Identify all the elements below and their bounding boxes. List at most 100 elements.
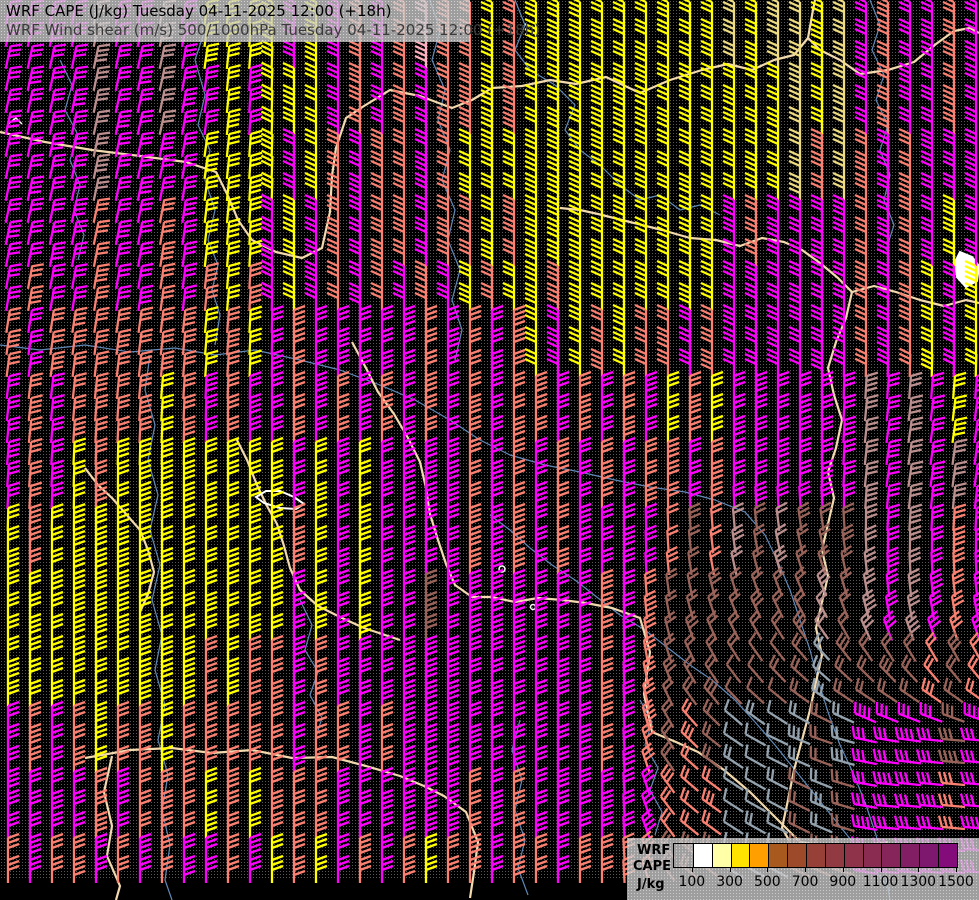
colorbar-tick-label: 100 <box>678 874 706 890</box>
wind-shear-barb <box>959 771 979 787</box>
small-lake <box>529 603 537 611</box>
colorbar-tick <box>767 867 769 872</box>
wind-shear-barb <box>660 719 675 750</box>
colorbar-cell <box>730 844 750 867</box>
wind-shear-barb <box>116 854 130 883</box>
wind-shear-barb <box>965 677 979 704</box>
title-box: WRF CAPE (J/kg) Tuesday 04-11-2025 12:00… <box>0 0 540 42</box>
wind-shear-barb <box>726 631 741 662</box>
wind-shear-barb <box>701 743 722 770</box>
wind-shear-barb <box>524 347 538 377</box>
wind-shear-barb <box>898 347 912 378</box>
colorbar-tick-label: 1100 <box>862 874 899 890</box>
wind-shear-barb <box>795 544 808 575</box>
wind-shear-barb <box>839 566 853 597</box>
wind-shear-barb <box>679 808 700 836</box>
colorbar-tick <box>691 867 693 872</box>
wind-shear-barb <box>556 854 570 883</box>
colorbar-tick <box>842 867 844 872</box>
wind-shear-barb <box>600 854 614 883</box>
country-border <box>851 284 979 308</box>
wind-shear-barb <box>967 654 979 684</box>
wind-shear-barb <box>702 698 721 727</box>
colorbar-tick-label: 300 <box>716 874 743 890</box>
colorbar-tick-label: 1300 <box>900 874 937 890</box>
legend-unit-label: J/kg <box>637 877 665 892</box>
wrf-cape-shear-map-screenshot: WRF CAPE (J/kg) Tuesday 04-11-2025 12:00… <box>0 0 979 900</box>
wind-shear-barb <box>685 588 699 619</box>
wind-shear-barb <box>704 653 720 684</box>
wind-shear-barb <box>270 854 284 883</box>
wind-shear-barb <box>942 347 956 378</box>
wind-shear-barb <box>832 677 854 704</box>
wind-shear-barb <box>722 347 736 377</box>
colorbar-cell <box>768 844 788 867</box>
wind-shear-barb <box>815 587 829 619</box>
wind-shear-barb <box>424 854 438 883</box>
wind-shear-barb <box>812 632 831 661</box>
wind-shear-barb <box>336 854 350 883</box>
wind-shear-barb <box>834 654 853 683</box>
wind-shear-barb <box>260 281 274 312</box>
wind-shear-barb <box>380 854 394 883</box>
legend-parameter-label: CAPE <box>633 859 672 874</box>
wind-shear-barb <box>414 281 428 311</box>
wind-shear-barb <box>774 523 788 554</box>
wind-shear-barb <box>730 545 743 575</box>
colorbar-cell <box>881 844 901 867</box>
wind-shear-barb <box>663 632 676 663</box>
colorbar-tick <box>880 867 882 872</box>
wind-shear-barb <box>959 749 979 765</box>
wind-shear-barb <box>707 566 722 597</box>
wind-shear-barb <box>725 653 742 684</box>
colorbar-cell <box>919 844 939 867</box>
colorbar-cell <box>806 844 825 867</box>
wind-shear-barb <box>832 347 846 378</box>
wind-shear-barb <box>766 347 780 377</box>
wind-shear-barb <box>326 281 340 311</box>
wind-shear-barb <box>793 587 807 619</box>
wind-shear-barb <box>768 654 787 683</box>
wind-shear-barb <box>686 567 700 598</box>
colorbar-tick <box>805 867 807 872</box>
wind-shear-barb <box>662 654 677 685</box>
wind-shear-barb <box>749 609 763 641</box>
wind-shear-barb <box>771 587 784 619</box>
wind-shear-barb <box>681 698 699 728</box>
wind-shear-barb <box>745 699 766 726</box>
wind-shear-barb <box>767 676 788 704</box>
wind-shear-barb <box>959 815 979 831</box>
wind-shear-barb <box>138 854 152 883</box>
wind-shear-barb <box>788 347 802 377</box>
colorbar-cell <box>787 844 807 867</box>
wind-shear-barb <box>811 654 832 683</box>
wind-shear-barb <box>28 854 42 883</box>
wind-shear-barb <box>304 281 318 311</box>
wind-shear-barb <box>974 371 979 400</box>
wind-shear-barb <box>679 764 700 793</box>
wind-shear-barb <box>963 702 979 723</box>
wind-shear-barb <box>659 785 676 816</box>
wind-shear-barb <box>856 654 875 683</box>
wind-shear-barb <box>729 566 742 597</box>
wind-shear-barb <box>458 281 472 311</box>
wind-shear-barb <box>722 809 744 835</box>
wind-shear-barb <box>959 727 979 743</box>
wind-shear-barb <box>701 809 722 836</box>
colorbar-cell <box>900 844 920 867</box>
wind-shear-barb <box>282 281 296 311</box>
wind-shear-barb <box>358 854 372 883</box>
wind-shear-barb <box>706 610 719 641</box>
wind-shear-barb <box>680 742 699 771</box>
wind-shear-barb <box>773 544 788 575</box>
colorbar-tick-label: 900 <box>829 874 857 890</box>
wind-shear-barb <box>750 566 764 597</box>
wind-shear-barb <box>640 808 657 839</box>
wind-shear-barb <box>854 347 868 378</box>
title-cape-line: WRF CAPE (J/kg) Tuesday 04-11-2025 12:00… <box>6 2 392 20</box>
legend-model-label: WRF <box>637 843 671 858</box>
wind-shear-barb <box>727 609 741 641</box>
wind-shear-barb <box>724 676 743 705</box>
wind-shear-barb <box>789 677 810 704</box>
colorbar-cell <box>674 844 693 867</box>
